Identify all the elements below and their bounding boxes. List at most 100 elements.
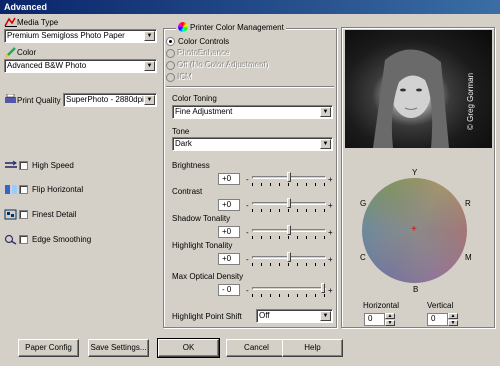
slider-thumb[interactable] (287, 172, 291, 182)
tone-label: Tone (172, 127, 190, 136)
radio-button[interactable] (166, 37, 175, 46)
slider-thumb[interactable] (321, 283, 325, 293)
minus-label: - (246, 286, 249, 295)
highlight-point-shift-value: Off (259, 311, 270, 320)
color-toning-select[interactable]: Fine Adjustment ▼ (172, 105, 333, 119)
spin-down-icon[interactable]: ▼ (385, 320, 395, 326)
slider-thumb[interactable] (287, 198, 291, 208)
chevron-down-icon[interactable]: ▼ (144, 95, 155, 105)
color-toning-label: Color Toning (172, 94, 217, 103)
radio-button[interactable] (166, 61, 175, 70)
plus-label: + (328, 255, 333, 264)
spin-down-icon[interactable]: ▼ (448, 320, 458, 326)
finest-detail-icon (4, 209, 18, 220)
edge-smoothing-label: Edge Smoothing (32, 235, 92, 244)
edge-smoothing-checkbox[interactable] (19, 235, 28, 244)
wheel-label-m: M (465, 253, 472, 262)
pcm-group-header: Printer Color Management (176, 20, 286, 34)
high-speed-checkbox[interactable] (19, 161, 28, 170)
media-type-select[interactable]: Premium Semigloss Photo Paper ▼ (4, 29, 157, 43)
plus-label: + (328, 175, 333, 184)
print-quality-select[interactable]: SuperPhoto - 2880dpi ▼ (63, 93, 157, 107)
slider-label: Brightness (172, 161, 210, 170)
contrast-control: Contrast +0 - + (172, 187, 336, 213)
spin-up-icon[interactable]: ▲ (448, 313, 458, 319)
highlight-point-shift-label: Highlight Point Shift (172, 312, 242, 321)
horizontal-value[interactable]: 0 (364, 313, 385, 326)
vertical-label: Vertical (427, 301, 454, 310)
highlight-tonality-control: Highlight Tonality +0 - + (172, 241, 336, 267)
wheel-label-r: R (465, 199, 471, 208)
edge-smoothing-icon (4, 234, 18, 245)
help-button[interactable]: Help (282, 339, 343, 357)
slider-value[interactable]: +0 (218, 199, 240, 211)
radio-label: ICM (178, 73, 193, 82)
highlight-point-shift-select[interactable]: Off ▼ (256, 309, 333, 323)
color-select[interactable]: Advanced B&W Photo ▼ (4, 59, 157, 73)
slider-value[interactable]: +0 (218, 173, 240, 185)
slider-ticks (252, 183, 326, 186)
window-title-bar[interactable]: Advanced (0, 0, 500, 14)
chevron-down-icon[interactable]: ▼ (144, 61, 155, 71)
slider-track[interactable] (252, 287, 326, 290)
flip-horizontal-icon (4, 184, 18, 195)
slider-label: Max Optical Density (172, 272, 244, 281)
high-speed-icon (4, 160, 18, 171)
high-speed-label: High Speed (32, 161, 74, 170)
slider-value[interactable]: +0 (218, 253, 240, 265)
slider-label: Contrast (172, 187, 203, 196)
radio-button[interactable] (166, 49, 175, 58)
wheel-label-g: G (360, 199, 367, 208)
media-type-label: Media Type (17, 18, 59, 27)
slider-thumb[interactable] (287, 252, 291, 262)
plus-label: + (328, 228, 333, 237)
spin-up-icon[interactable]: ▲ (385, 313, 395, 319)
wheel-label-y: Y (412, 168, 418, 177)
plus-label: + (328, 286, 333, 295)
tone-select[interactable]: Dark ▼ (172, 137, 333, 151)
flip-horizontal-label: Flip Horizontal (32, 185, 84, 194)
slider-ticks (252, 236, 326, 239)
slider-label: Highlight Tonality (172, 241, 233, 250)
chevron-down-icon[interactable]: ▼ (144, 31, 155, 41)
minus-label: - (246, 201, 249, 210)
print-quality-label: Print Quality (17, 96, 61, 105)
preview-photo: © Greg Gorman (345, 30, 492, 149)
chevron-down-icon[interactable]: ▼ (320, 139, 331, 149)
slider-ticks (252, 209, 326, 212)
slider-thumb[interactable] (287, 225, 291, 235)
minus-label: - (246, 175, 249, 184)
chevron-down-icon[interactable]: ▼ (320, 107, 331, 117)
paper-config-button[interactable]: Paper Config (18, 339, 79, 357)
ok-button[interactable]: OK (157, 338, 220, 358)
cancel-button[interactable]: Cancel (226, 339, 287, 357)
slider-value[interactable]: - 0 (218, 284, 240, 296)
copyright-text: © Greg Gorman (466, 72, 475, 130)
chevron-down-icon[interactable]: ▼ (320, 311, 331, 321)
flip-horizontal-checkbox[interactable] (19, 185, 28, 194)
horizontal-label: Horizontal (363, 301, 400, 310)
divider (166, 86, 334, 88)
tone-value: Dark (175, 139, 192, 148)
window-title: Advanced (4, 2, 48, 12)
horizontal-spinner[interactable]: 0 ▲ ▼ (364, 313, 395, 326)
wheel-center-marker[interactable]: + (411, 225, 417, 235)
minus-label: - (246, 228, 249, 237)
radio-button[interactable] (166, 73, 175, 82)
slider-ticks (252, 294, 326, 297)
save-settings-button[interactable]: Save Settings... (88, 339, 149, 357)
color-label: Color (17, 48, 37, 57)
finest-detail-checkbox[interactable] (19, 210, 28, 219)
color-pencil-icon (4, 47, 18, 58)
pcm-title: Printer Color Management (190, 22, 284, 32)
media-type-value: Premium Semigloss Photo Paper (7, 31, 125, 40)
slider-value[interactable]: +0 (218, 226, 240, 238)
vertical-spinner[interactable]: 0 ▲ ▼ (427, 313, 458, 326)
color-value: Advanced B&W Photo (7, 61, 87, 70)
vertical-value[interactable]: 0 (427, 313, 448, 326)
color-wheel-icon (178, 22, 188, 32)
plus-label: + (328, 201, 333, 210)
color-toning-value: Fine Adjustment (175, 107, 233, 116)
brightness-control: Brightness +0 - + (172, 161, 336, 187)
print-quality-value: SuperPhoto - 2880dpi (66, 95, 144, 104)
